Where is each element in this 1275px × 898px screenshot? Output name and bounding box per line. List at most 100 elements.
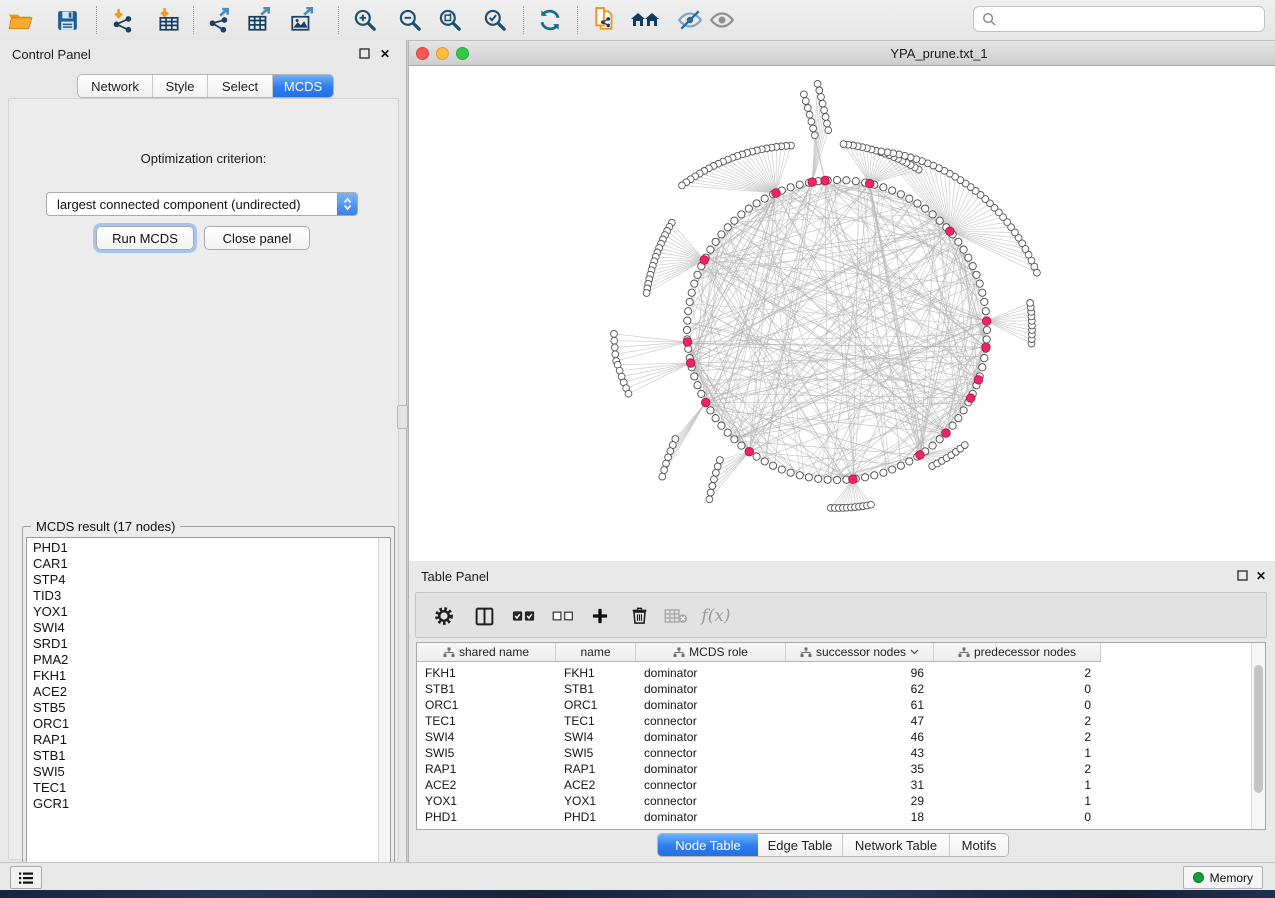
graph-node[interactable] [815,475,822,482]
graph-node[interactable] [914,200,921,207]
zoom-in-icon[interactable] [350,6,380,34]
graph-node[interactable] [929,211,936,218]
tab-style[interactable]: Style [153,75,208,97]
graph-node[interactable] [804,105,811,112]
tab-node-table[interactable]: Node Table [658,834,758,856]
graph-node[interactable] [659,473,666,480]
hide-selected-icon[interactable] [675,6,705,34]
graph-node[interactable] [960,407,967,414]
graph-node[interactable] [955,238,962,245]
graph-node[interactable] [712,469,719,476]
graph-node[interactable] [897,462,904,469]
first-neighbors-icon[interactable] [630,6,660,34]
duplicate-network-icon[interactable] [590,6,620,34]
graph-node[interactable] [691,280,698,287]
network-window-titlebar[interactable]: YPA_prune.txt_1 [409,42,1275,66]
graph-node[interactable] [936,436,943,443]
graph-node[interactable] [833,176,840,183]
delete-column-icon[interactable] [625,602,653,630]
graph-node-mcds[interactable] [849,475,858,484]
graph-node[interactable] [862,474,869,481]
graph-node-mcds[interactable] [916,451,925,460]
graph-node[interactable] [714,463,721,470]
graph-node[interactable] [643,290,650,297]
graph-node-mcds[interactable] [966,394,975,403]
graph-node[interactable] [796,181,803,188]
graph-node[interactable] [688,289,695,296]
close-panel-button[interactable]: Close panel [204,226,310,250]
graph-node-mcds[interactable] [865,179,874,188]
graph-node[interactable] [718,231,725,238]
graph-node[interactable] [679,182,686,189]
graph-node[interactable] [738,442,745,449]
splitter-handle[interactable] [397,405,408,429]
graph-node[interactable] [983,326,990,333]
graph-node[interactable] [694,382,701,389]
graph-node[interactable] [969,263,976,270]
mcds-result-item[interactable]: FKH1 [27,668,367,684]
graph-node[interactable] [960,246,967,253]
graph-node-mcds[interactable] [745,447,754,456]
graph-node[interactable] [663,460,670,467]
graph-node-mcds[interactable] [701,398,710,407]
close-window-icon[interactable] [416,47,429,60]
maximize-window-icon[interactable] [456,47,469,60]
table-row-FKH1[interactable]: FKH1FKH1dominator962 [417,665,1101,681]
tab-mcds[interactable]: MCDS [273,75,333,97]
graph-node[interactable] [685,308,692,315]
graph-node[interactable] [707,246,714,253]
graph-node[interactable] [683,326,690,333]
graph-node[interactable] [711,476,718,483]
graph-node[interactable] [691,373,698,380]
graph-node[interactable] [753,453,760,460]
node-table[interactable]: shared namenameMCDS rolesuccessor nodesp… [416,642,1266,830]
graph-node[interactable] [686,298,693,305]
graph-node[interactable] [745,205,752,212]
add-column-icon[interactable] [586,602,614,630]
close-panel-icon[interactable]: ✕ [378,47,392,61]
column-header-MCDS-role[interactable]: MCDS role [636,643,786,661]
graph-node[interactable] [878,148,885,155]
show-all-icon[interactable] [707,6,737,34]
graph-node[interactable] [981,355,988,362]
graph-node[interactable] [949,422,956,429]
zoom-selected-icon[interactable] [480,6,510,34]
graph-node[interactable] [724,224,731,231]
graph-node[interactable] [889,466,896,473]
graph-node[interactable] [880,184,887,191]
table-row-SWI4[interactable]: SWI4SWI4dominator462 [417,729,1101,745]
graph-node[interactable] [709,483,716,490]
graph-node[interactable] [929,442,936,449]
graph-node[interactable] [808,118,815,125]
graph-node-mcds[interactable] [982,343,991,352]
table-settings-gear-icon[interactable] [430,602,458,630]
network-graph[interactable] [409,66,1275,561]
graph-node[interactable] [833,476,840,483]
graph-node-mcds[interactable] [982,317,991,326]
mcds-result-item[interactable]: GCR1 [27,796,367,812]
mcds-result-item[interactable]: SRD1 [27,636,367,652]
graph-node[interactable] [889,187,896,194]
graph-node[interactable] [871,472,878,479]
scrollbar-thumb[interactable] [1254,665,1263,793]
mcds-result-item[interactable]: PMA2 [27,652,367,668]
graph-node[interactable] [761,458,768,465]
graph-node[interactable] [965,254,972,261]
column-header-name[interactable]: name [556,643,636,661]
graph-node[interactable] [611,331,618,338]
graph-node[interactable] [816,87,823,94]
graph-node[interactable] [753,200,760,207]
minimize-window-icon[interactable] [436,47,449,60]
graph-node[interactable] [814,80,821,87]
graph-node[interactable] [806,111,813,118]
mcds-result-item[interactable]: ORC1 [27,716,367,732]
graph-node-mcds[interactable] [821,176,830,185]
column-header-shared-name[interactable]: shared name [417,643,556,661]
deselect-all-icon[interactable] [549,602,577,630]
column-header-successor-nodes[interactable]: successor nodes [786,643,934,661]
zoom-fit-icon[interactable] [435,6,465,34]
graph-node[interactable] [694,271,701,278]
graph-node[interactable] [796,472,803,479]
mcds-result-item[interactable]: YOX1 [27,604,367,620]
graph-node-mcds[interactable] [946,227,955,236]
